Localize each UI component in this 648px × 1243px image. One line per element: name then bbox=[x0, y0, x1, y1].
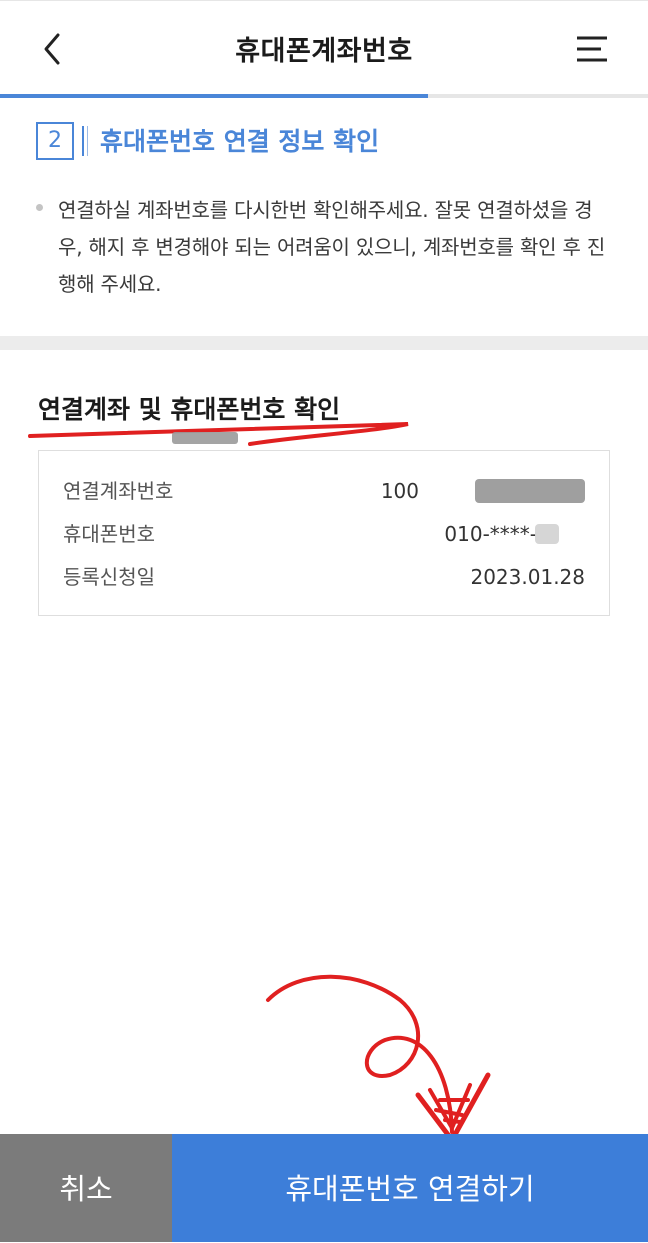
info-value-account: 100 bbox=[380, 479, 419, 503]
section-divider bbox=[0, 336, 648, 350]
section-title: 연결계좌 및 휴대폰번호 확인 bbox=[38, 395, 341, 424]
menu-button[interactable] bbox=[574, 31, 610, 67]
redaction-mark bbox=[535, 524, 559, 544]
info-table: 연결계좌번호 100 휴대폰번호 010-****- 등록신청일 2023.01… bbox=[38, 450, 610, 616]
step-divider-thin bbox=[87, 126, 88, 156]
bottom-action-bar: 취소 휴대폰번호 연결하기 bbox=[0, 1134, 648, 1242]
bullet-icon bbox=[36, 204, 43, 211]
step-number: 2 bbox=[36, 122, 74, 160]
info-value-phone: 010-****- bbox=[444, 522, 537, 546]
step-divider bbox=[82, 126, 84, 156]
info-label: 연결계좌번호 bbox=[63, 479, 174, 503]
handwritten-annotation bbox=[28, 422, 491, 1143]
progress-bar bbox=[0, 94, 648, 98]
progress-fill bbox=[0, 94, 428, 98]
notice-text: 연결하실 계좌번호를 다시한번 확인해주세요. 잘못 연결하셨을 경우, 해지 … bbox=[58, 198, 606, 296]
cancel-button[interactable]: 취소 bbox=[0, 1134, 172, 1242]
info-value-date: 2023.01.28 bbox=[470, 565, 585, 589]
info-row-date: 등록신청일 2023.01.28 bbox=[63, 557, 585, 597]
info-label: 휴대폰번호 bbox=[63, 522, 155, 546]
info-row-phone: 휴대폰번호 010-****- bbox=[63, 514, 585, 554]
info-row-account: 연결계좌번호 100 bbox=[63, 471, 585, 511]
redaction-mark bbox=[475, 479, 585, 503]
connect-phone-button[interactable]: 휴대폰번호 연결하기 bbox=[172, 1134, 648, 1242]
notice-block: 연결하실 계좌번호를 다시한번 확인해주세요. 잘못 연결하셨을 경우, 해지 … bbox=[36, 192, 616, 303]
info-label: 등록신청일 bbox=[63, 565, 155, 589]
hamburger-menu-icon bbox=[577, 36, 607, 62]
app-header: 휴대폰계좌번호 bbox=[0, 0, 648, 97]
page-title: 휴대폰계좌번호 bbox=[235, 36, 413, 67]
step-heading: 2 휴대폰번호 연결 정보 확인 bbox=[36, 118, 636, 162]
step-title: 휴대폰번호 연결 정보 확인 bbox=[100, 127, 380, 156]
